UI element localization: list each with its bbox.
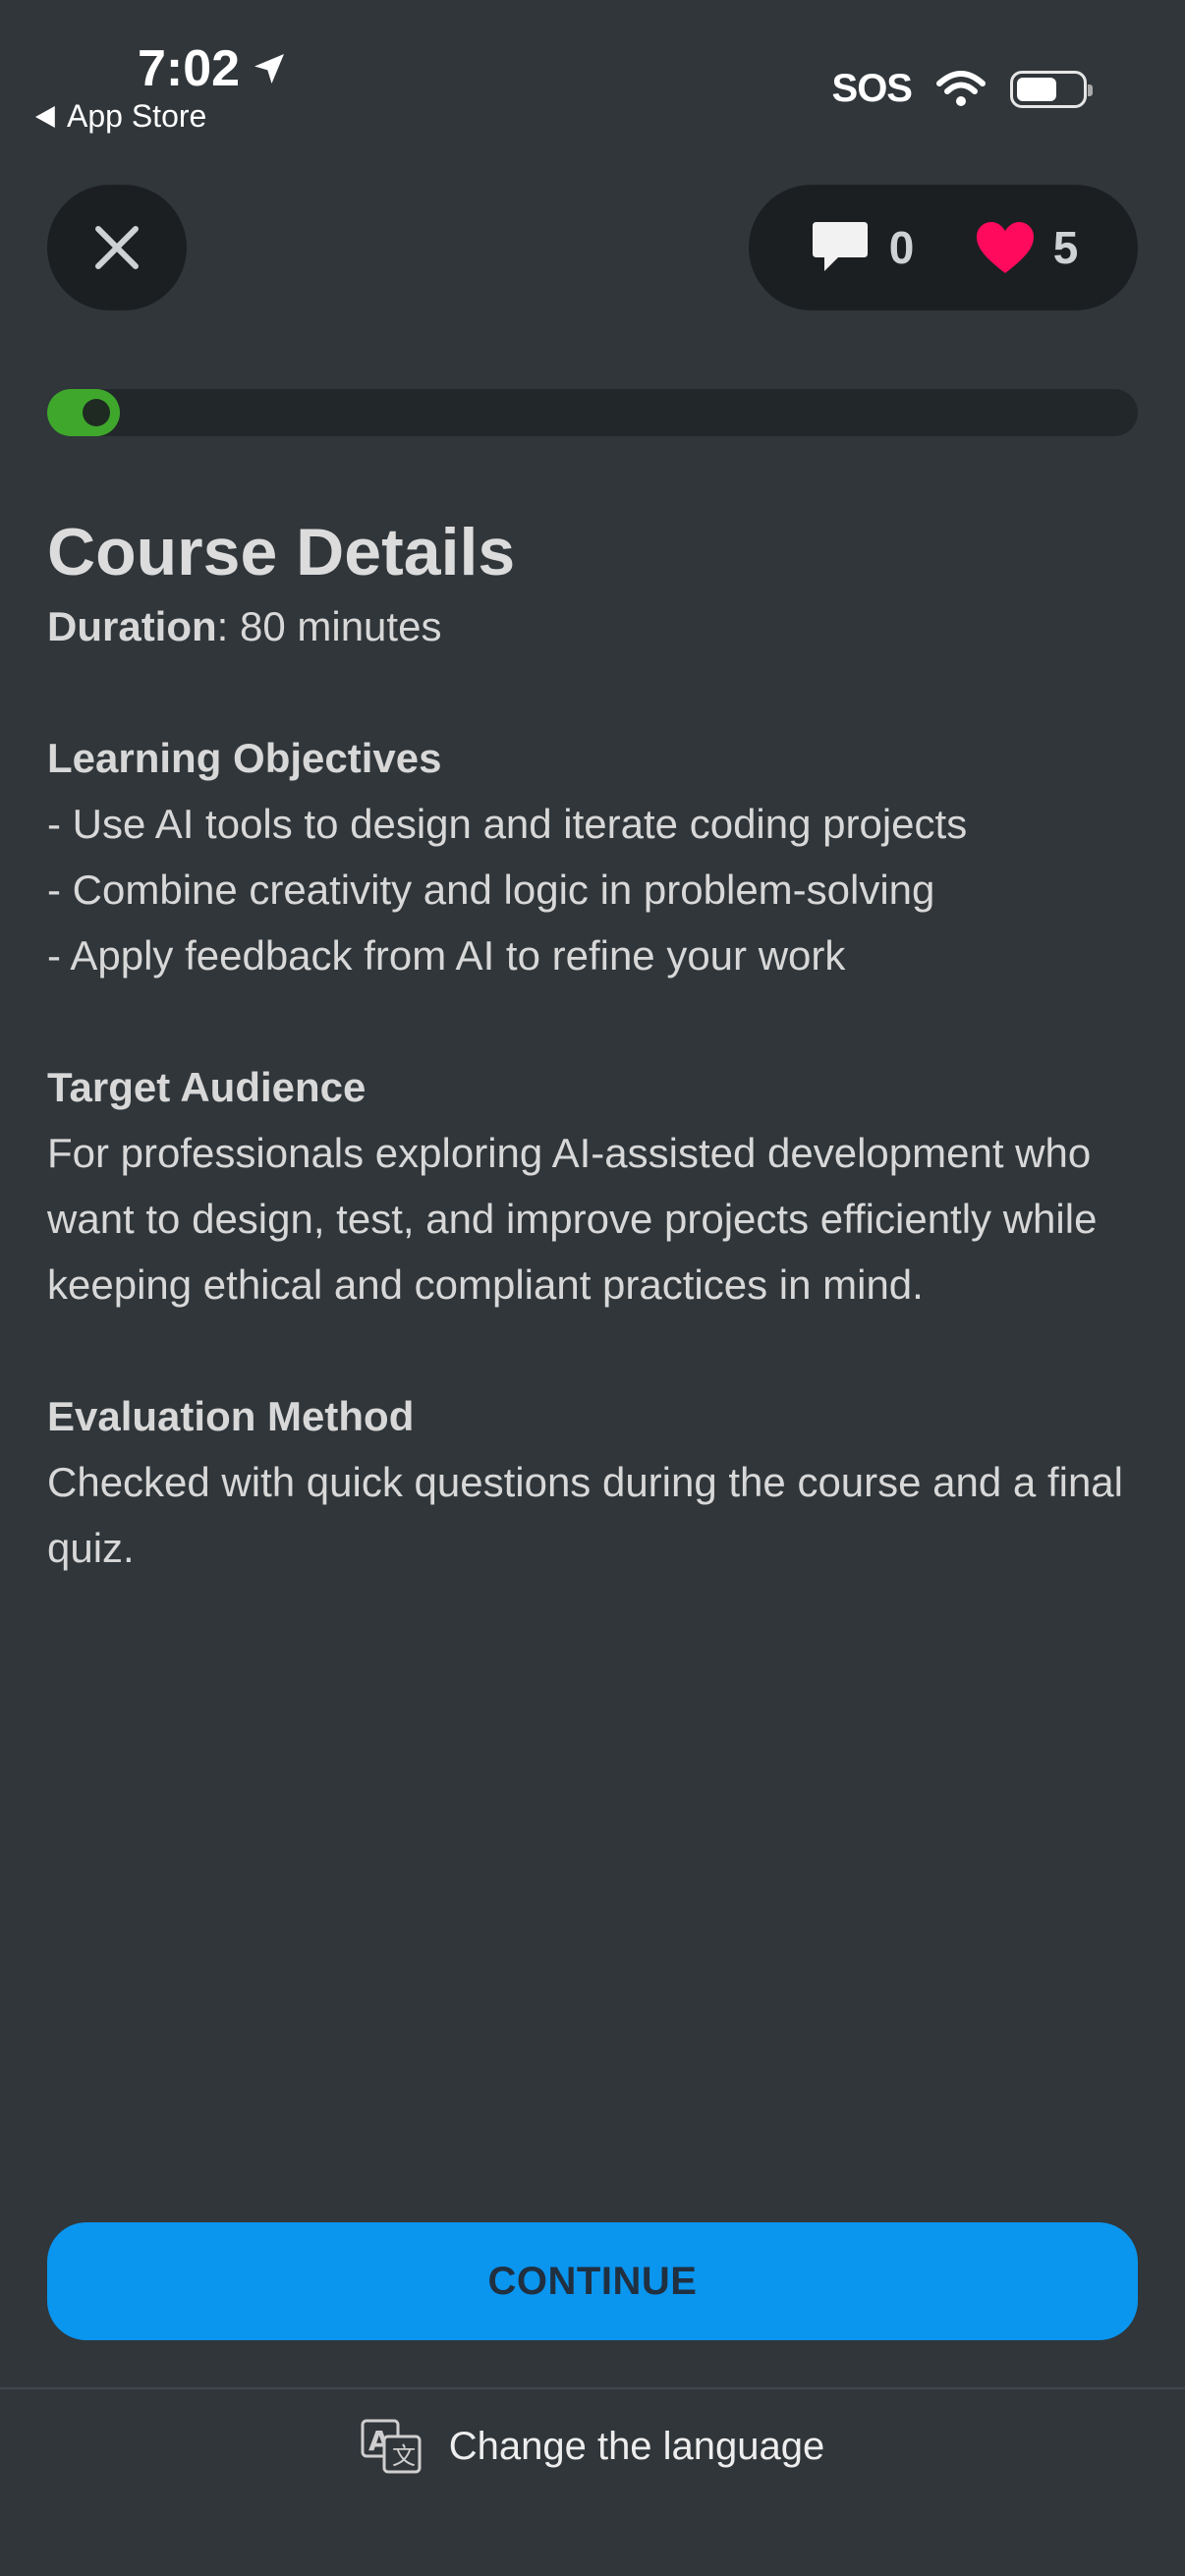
evaluation-section: Evaluation Method Checked with quick que… [47,1383,1148,1581]
page-title: Course Details [47,515,516,589]
course-details: Course Details Duration: 80 minutes Lear… [47,511,1148,1581]
audience-heading: Target Audience [47,1064,367,1110]
objectives-heading: Learning Objectives [47,735,442,781]
duration-value: : 80 minutes [216,603,442,649]
change-language-button[interactable]: A 文 Change the language [0,2407,1185,2486]
progress-knob [83,399,110,426]
close-icon [95,226,139,269]
evaluation-heading: Evaluation Method [47,1393,415,1439]
status-time-text: 7:02 [138,40,241,97]
duration-line: Duration: 80 minutes [47,593,1148,659]
status-indicators: SOS [831,67,1093,111]
lesson-progress-bar [47,389,1138,436]
back-triangle-icon [35,105,55,128]
close-button[interactable] [47,185,187,310]
change-language-label: Change the language [448,2424,825,2468]
back-label: App Store [67,98,207,134]
battery-icon [1010,70,1093,108]
hearts-counter[interactable]: 5 [975,220,1079,275]
comments-count: 0 [888,222,915,273]
heart-icon [976,222,1034,273]
wifi-icon [936,70,986,106]
objectives-section: Learning Objectives - Use AI tools to de… [47,725,1148,988]
evaluation-text: Checked with quick questions during the … [47,1459,1123,1571]
progress-fill [47,389,120,436]
objective-item: - Apply feedback from AI to refine your … [47,932,846,979]
footer-divider [0,2387,1185,2389]
svg-text:文: 文 [392,2442,416,2470]
translate-icon: A 文 [361,2419,422,2474]
duration-label: Duration [47,603,217,649]
objective-item: - Combine creativity and logic in proble… [47,867,935,913]
audience-text: For professionals exploring AI-assisted … [47,1130,1098,1308]
hearts-count: 5 [1052,222,1079,273]
sos-indicator: SOS [831,67,913,110]
comment-bubble-icon [812,222,868,271]
audience-section: Target Audience For professionals explor… [47,1054,1148,1317]
status-time: 7:02 [138,39,289,98]
counters-pill: 0 5 [749,185,1138,310]
back-to-app-store[interactable]: App Store [35,98,206,135]
objective-item: - Use AI tools to design and iterate cod… [47,801,968,847]
location-arrow-icon [254,54,285,84]
comments-counter[interactable]: 0 [809,218,915,277]
continue-button[interactable]: CONTINUE [47,2222,1138,2340]
